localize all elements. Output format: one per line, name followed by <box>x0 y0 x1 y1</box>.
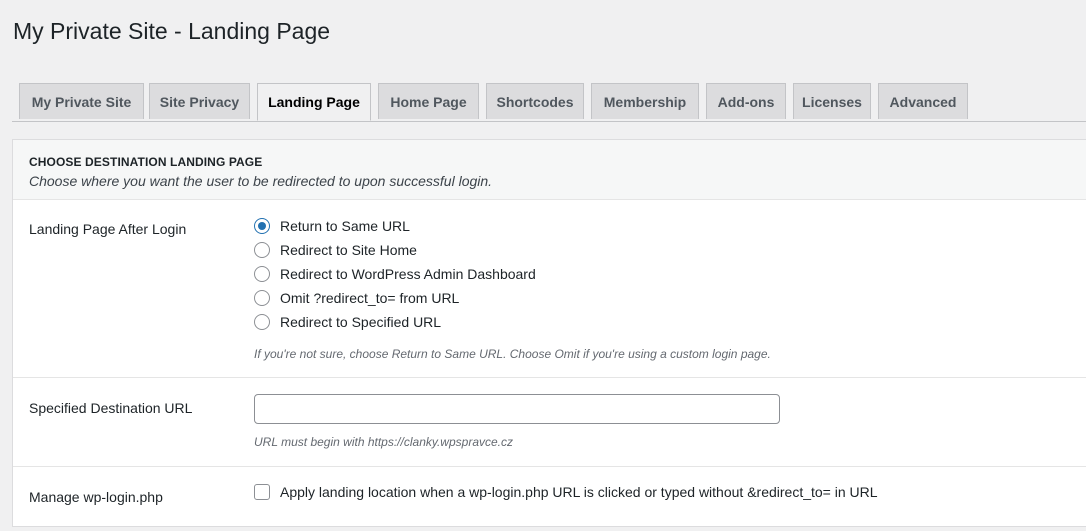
tab-shortcodes[interactable]: Shortcodes <box>486 83 584 119</box>
option-redirect-specified-url[interactable]: Redirect to Specified URL <box>254 312 441 332</box>
tab-add-ons[interactable]: Add-ons <box>706 83 786 119</box>
tab-advanced[interactable]: Advanced <box>878 83 968 119</box>
option-label: Return to Same URL <box>280 218 410 234</box>
section-title: CHOOSE DESTINATION LANDING PAGE <box>29 155 263 169</box>
option-label: Omit ?redirect_to= from URL <box>280 290 460 306</box>
tab-landing-page[interactable]: Landing Page <box>257 83 371 121</box>
landing-hint: If you're not sure, choose Return to Sam… <box>254 347 771 361</box>
landing-page-label: Landing Page After Login <box>29 221 187 237</box>
tab-home-page[interactable]: Home Page <box>378 83 479 119</box>
tab-licenses[interactable]: Licenses <box>793 83 871 119</box>
option-label: Redirect to Site Home <box>280 242 417 258</box>
tab-my-private-site[interactable]: My Private Site <box>19 83 144 119</box>
tab-bar: My Private Site Site Privacy Landing Pag… <box>12 83 1086 122</box>
wp-login-label: Manage wp-login.php <box>29 489 163 505</box>
option-omit-redirect-to[interactable]: Omit ?redirect_to= from URL <box>254 288 459 308</box>
radio-redirect-site-home[interactable] <box>254 242 270 258</box>
destination-url-label: Specified Destination URL <box>29 400 193 416</box>
destination-url-input[interactable] <box>254 394 780 424</box>
section-description: Choose where you want the user to be red… <box>29 173 493 189</box>
page-title: My Private Site - Landing Page <box>13 18 331 44</box>
radio-omit-redirect-to[interactable] <box>254 290 270 306</box>
wp-login-option[interactable]: Apply landing location when a wp-login.p… <box>254 482 878 502</box>
row-divider <box>13 466 1086 467</box>
radio-redirect-specified-url[interactable] <box>254 314 270 330</box>
option-label: Redirect to WordPress Admin Dashboard <box>280 266 536 282</box>
wp-login-checkbox[interactable] <box>254 484 270 500</box>
settings-panel: CHOOSE DESTINATION LANDING PAGE Choose w… <box>12 139 1086 527</box>
tab-site-privacy[interactable]: Site Privacy <box>149 83 250 119</box>
checkbox-label: Apply landing location when a wp-login.p… <box>280 484 878 500</box>
option-return-same-url[interactable]: Return to Same URL <box>254 216 410 236</box>
option-label: Redirect to Specified URL <box>280 314 442 330</box>
destination-hint: URL must begin with https://clanky.wpspr… <box>254 435 513 449</box>
section-header: CHOOSE DESTINATION LANDING PAGE Choose w… <box>13 140 1086 200</box>
tab-membership[interactable]: Membership <box>591 83 699 119</box>
option-redirect-site-home[interactable]: Redirect to Site Home <box>254 240 417 260</box>
row-divider <box>13 377 1086 378</box>
radio-return-same-url[interactable] <box>254 218 270 234</box>
option-redirect-admin-dashboard[interactable]: Redirect to WordPress Admin Dashboard <box>254 264 536 284</box>
radio-redirect-admin-dashboard[interactable] <box>254 266 270 282</box>
